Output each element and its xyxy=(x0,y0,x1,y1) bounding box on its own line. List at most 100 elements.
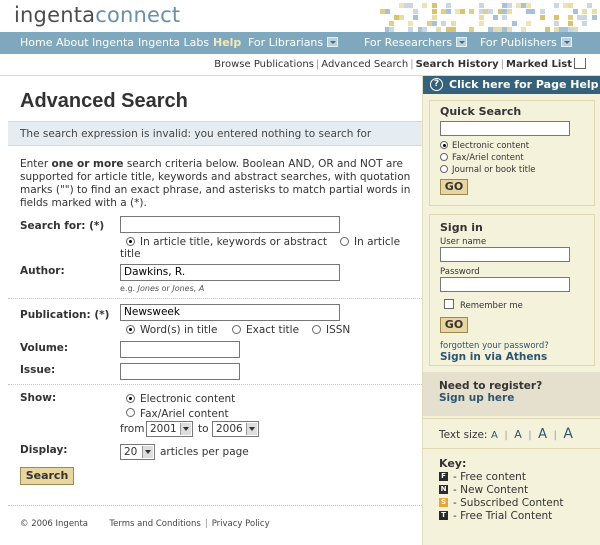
cart-icon[interactable] xyxy=(574,58,586,69)
register-question: Need to register? xyxy=(439,380,543,392)
decorative-dot xyxy=(492,15,498,20)
ingentaconnect-logo[interactable]: ingentaconnect xyxy=(14,3,180,27)
footer-privacy-link[interactable]: Privacy Policy xyxy=(212,519,270,529)
radio-scope-2-label-cont: title xyxy=(120,248,141,260)
link-browse-publications[interactable]: Browse Publications xyxy=(214,59,314,70)
decorative-dot xyxy=(568,15,573,20)
sign-in-go-button[interactable]: GO xyxy=(440,317,468,333)
text-size-large[interactable]: A xyxy=(538,427,547,442)
footer-terms-link[interactable]: Terms and Conditions xyxy=(109,519,200,529)
search-for-label: Search for: (*) xyxy=(20,220,105,232)
chevron-down-icon[interactable] xyxy=(327,37,339,47)
radio-pub-words-in-title[interactable] xyxy=(126,325,135,334)
decorative-dot xyxy=(553,3,559,8)
divider: | xyxy=(553,430,557,441)
key-label: - Subscribed Content xyxy=(453,497,564,509)
decorative-dot xyxy=(445,9,451,14)
text-size-small[interactable]: A xyxy=(491,430,498,441)
radio-qs-journal-title[interactable] xyxy=(440,165,448,173)
search-button[interactable]: Search xyxy=(20,467,74,485)
sign-up-link[interactable]: Sign up here xyxy=(439,392,514,404)
text-size-medium[interactable]: A xyxy=(514,428,522,441)
decorative-dot xyxy=(431,9,437,14)
decorative-dot xyxy=(431,15,437,20)
nav-about[interactable]: About Ingenta xyxy=(56,36,134,49)
forgotten-password-link[interactable]: forgotten your password? xyxy=(440,341,549,351)
username-label: User name xyxy=(440,237,487,247)
publication-input[interactable]: Newsweek xyxy=(120,304,340,321)
key-s-icon: S xyxy=(439,498,448,507)
logo-text-connect: connect xyxy=(95,3,181,27)
radio-scope-2-label: In article xyxy=(354,236,401,248)
key-label: - Free content xyxy=(453,471,526,483)
link-advanced-search[interactable]: Advanced Search xyxy=(321,59,408,70)
nav-publishers[interactable]: For Publishers xyxy=(480,36,572,49)
radio-qs-electronic[interactable] xyxy=(440,141,448,149)
issue-input[interactable] xyxy=(120,363,240,380)
nav-librarians[interactable]: For Librarians xyxy=(248,36,339,49)
footer-copyright: © 2006 Ingenta xyxy=(20,519,88,529)
decorative-dot xyxy=(591,9,597,14)
author-input[interactable]: Dawkins, R. xyxy=(120,264,340,281)
decorative-dot xyxy=(582,9,588,14)
to-year-value: 2006 xyxy=(216,423,243,435)
to-year-select[interactable]: 2006 xyxy=(212,421,259,437)
radio-pub-exact-title[interactable] xyxy=(232,325,241,334)
chevron-down-icon xyxy=(180,423,191,435)
link-search-history[interactable]: Search History xyxy=(416,59,499,70)
chevron-down-icon[interactable] xyxy=(560,37,572,47)
intro-bold: one or more xyxy=(51,158,124,170)
radio-show-fax-ariel[interactable] xyxy=(126,408,135,417)
link-marked-list[interactable]: Marked List xyxy=(506,59,572,70)
radio-qs-2-label: Fax/Ariel content xyxy=(452,153,524,163)
username-input[interactable] xyxy=(440,247,570,262)
radio-show-electronic[interactable] xyxy=(126,394,135,403)
radio-scope-1-label: In article title, keywords or abstract xyxy=(140,236,327,248)
text-size-xlarge[interactable]: A xyxy=(563,426,573,442)
radio-scope-title[interactable] xyxy=(340,237,349,246)
remember-me-label: Remember me xyxy=(460,301,523,311)
chevron-down-icon[interactable] xyxy=(456,37,468,47)
radio-qs-fax-ariel[interactable] xyxy=(440,153,448,161)
divider: | xyxy=(500,59,505,70)
search-for-input[interactable] xyxy=(120,216,340,233)
quick-search-input[interactable] xyxy=(440,121,570,136)
nav-researchers-label: For Researchers xyxy=(364,36,453,49)
decorative-dot xyxy=(478,3,484,8)
divider: | xyxy=(504,430,508,441)
radio-pub-2-label: Exact title xyxy=(246,324,300,336)
quick-search-go-button[interactable]: GO xyxy=(440,179,468,195)
nav-labs[interactable]: Ingenta Labs xyxy=(138,36,209,49)
password-input[interactable] xyxy=(440,277,570,292)
athens-sign-in-link[interactable]: Sign in via Athens xyxy=(440,351,547,363)
hint-or: or xyxy=(159,284,173,293)
page-help-bar[interactable]: ? Click here for Page Help xyxy=(423,76,600,94)
key-title: Key: xyxy=(439,457,467,470)
text-size-label: Text size: xyxy=(439,429,488,441)
nav-home[interactable]: Home xyxy=(20,36,52,49)
from-year-select[interactable]: 2001 xyxy=(146,421,193,437)
display-count-select[interactable]: 20 xyxy=(120,444,155,460)
help-question-icon: ? xyxy=(430,78,443,91)
radio-scope-title-keywords-abstract[interactable] xyxy=(126,237,135,246)
chevron-down-icon xyxy=(142,446,153,458)
display-label: Display: xyxy=(20,444,68,456)
page-title: Advanced Search xyxy=(20,90,188,112)
radio-show-2-label: Fax/Ariel content xyxy=(140,408,229,420)
decorative-dot xyxy=(478,15,484,20)
intro-part-1: Enter xyxy=(20,158,52,170)
remember-me-checkbox[interactable] xyxy=(444,299,454,309)
nav-help[interactable]: Help xyxy=(213,36,241,49)
key-label: - New Content xyxy=(453,484,529,496)
volume-input[interactable] xyxy=(120,341,240,358)
display-count-value: 20 xyxy=(124,446,138,458)
decorative-dot xyxy=(553,21,559,26)
divider: | xyxy=(528,430,532,441)
issue-label: Issue: xyxy=(20,364,56,376)
key-label: - Free Trial Content xyxy=(453,510,553,522)
key-t-icon: T xyxy=(439,511,448,520)
sidebar: ? Click here for Page Help Quick Search … xyxy=(422,76,600,545)
radio-pub-issn[interactable] xyxy=(312,325,321,334)
nav-researchers[interactable]: For Researchers xyxy=(364,36,468,49)
from-year-value: 2001 xyxy=(150,423,177,435)
